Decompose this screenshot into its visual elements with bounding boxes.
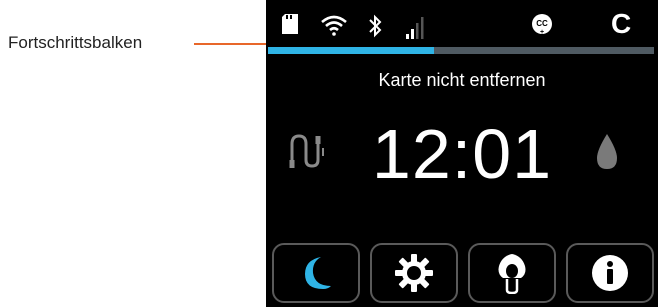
device-screen: CC + C Karte nicht entfernen 12:01 (266, 0, 658, 307)
night-mode-button[interactable] (272, 243, 360, 303)
card-message: Karte nicht entfernen (378, 70, 546, 90)
signal-icon (406, 17, 424, 39)
moon-icon (305, 257, 331, 289)
progress-bar-fill (268, 47, 434, 54)
svg-text:CC: CC (536, 19, 548, 28)
progress-bar (268, 47, 654, 54)
mask-button[interactable] (468, 243, 556, 303)
info-icon (592, 255, 628, 291)
bluetooth-icon (369, 14, 382, 38)
info-button[interactable] (566, 243, 654, 303)
cc-icon: CC + (532, 14, 552, 36)
settings-button[interactable] (370, 243, 458, 303)
callout-label: Fortschrittsbalken (8, 33, 143, 52)
status-bar: CC + C (266, 0, 658, 44)
mask-icon (498, 254, 526, 294)
svg-text:+: + (540, 29, 544, 36)
callout-line (194, 43, 266, 45)
water-drop-icon (597, 134, 617, 169)
status-letter: C (611, 8, 632, 39)
wifi-icon (321, 15, 347, 36)
gear-icon (395, 254, 433, 292)
sd-card-icon (282, 14, 298, 34)
